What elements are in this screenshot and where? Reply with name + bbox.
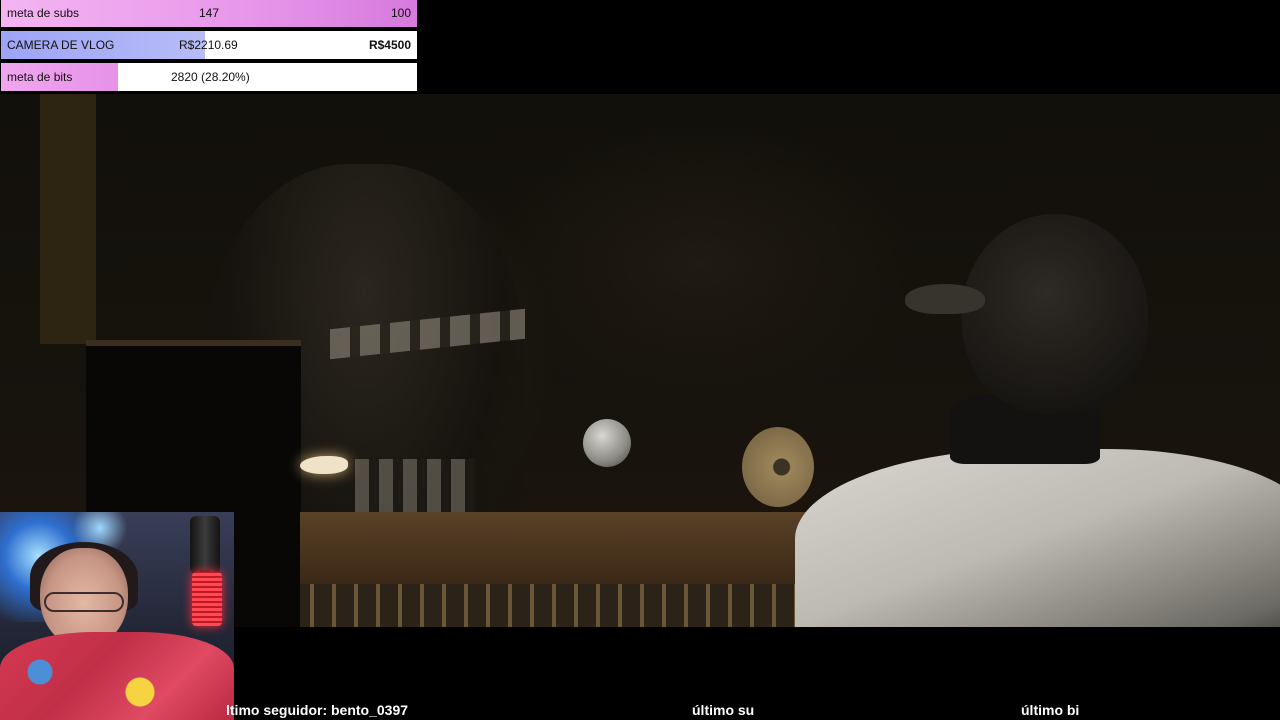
subs-goal-target: 100: [390, 6, 411, 20]
subs-goal-bar: meta de subs 147 100: [1, 0, 417, 27]
bits-goal-label: meta de bits: [7, 70, 73, 84]
webcam-microphone: [190, 516, 220, 574]
webcam-blanket: [0, 632, 234, 720]
camera-goal-bar: CAMERA DE VLOG R$2210.69 R$4500: [1, 31, 417, 59]
webcam-red-light: [192, 572, 222, 626]
subs-goal-current: 147: [199, 6, 220, 20]
subs-goal-label: meta de subs: [7, 6, 80, 20]
last-sub-ticker: último su: [692, 702, 755, 718]
camera-goal-current: R$2210.69: [179, 38, 238, 52]
webcam-streamer-glasses: [44, 592, 124, 612]
video-desk-lamp: [300, 456, 348, 474]
camera-goal-target: R$4500: [368, 38, 411, 52]
video-microphone: [583, 419, 631, 467]
video-foreground-cap-brim: [905, 284, 985, 314]
video-reel-disc: [742, 427, 814, 507]
bits-goal-bar: meta de bits 2820 (28.20%): [1, 63, 417, 91]
last-bits-ticker: último bi: [1021, 702, 1080, 718]
last-follower-ticker: ltimo seguidor: bento_0397: [226, 702, 409, 718]
streamer-webcam: [0, 512, 234, 720]
video-mixing-console: [300, 584, 840, 627]
video-glass-reflection: [355, 459, 475, 514]
video-wall-pillar: [40, 94, 96, 344]
bits-goal-current: 2820 (28.20%): [171, 70, 250, 84]
video-foreground-shirt: [795, 449, 1280, 627]
video-foreground-head: [962, 214, 1148, 414]
camera-goal-label: CAMERA DE VLOG: [7, 38, 115, 52]
